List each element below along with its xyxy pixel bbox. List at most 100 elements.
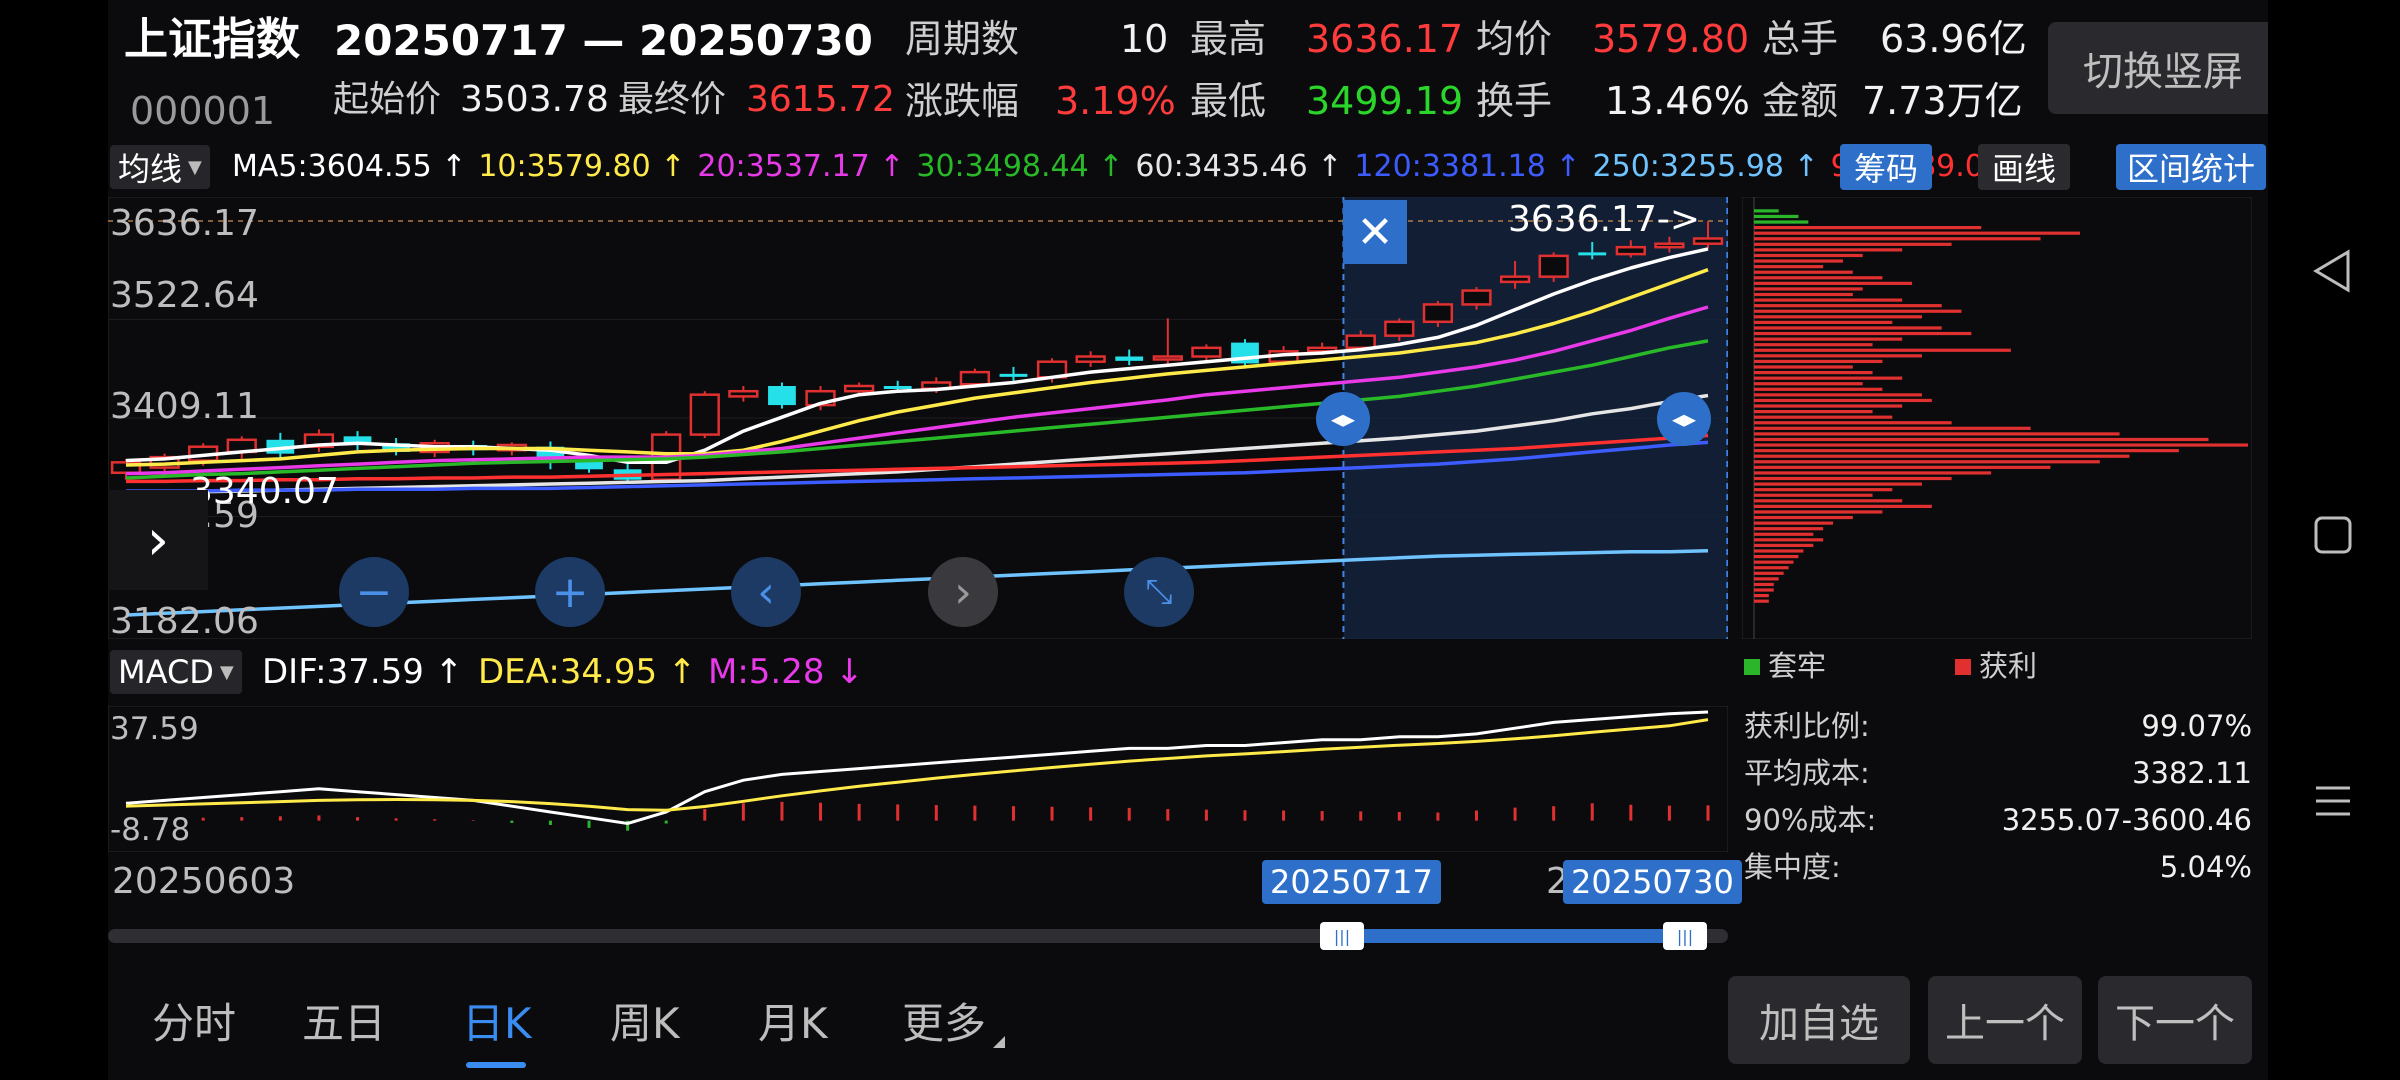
chip-bar (1754, 577, 1779, 581)
stat-label: 获利比例: (1744, 709, 1870, 743)
tab-more[interactable]: 更多 (902, 990, 986, 1051)
chip-bar (1754, 209, 1779, 213)
date-axis-start: 20250603 (112, 861, 296, 902)
next-button[interactable]: 下一个 (2098, 976, 2252, 1064)
amount-label: 金额 (1762, 79, 1839, 123)
ma-values: MA5:3604.55 ↑ 10:3579.80 ↑ 20:3537.17 ↑ 30:… (232, 152, 2038, 182)
chip-distribution-chart (1742, 197, 2252, 639)
range-slider-fill (1340, 929, 1685, 943)
chip-bar (1754, 499, 1903, 503)
low-label: 最低 (1190, 79, 1267, 123)
legend-swatch (1955, 658, 1971, 675)
chip-bar (1754, 387, 1883, 391)
tab-monthly-k[interactable]: 月K (758, 990, 828, 1051)
ma-value: 120:3381.18 ↑ (1354, 149, 1581, 184)
high-value: 3636.17 (1306, 17, 1464, 61)
tab-intraday[interactable]: 分时 (152, 990, 236, 1051)
more-corner-icon (993, 1036, 1005, 1048)
range-slider-end-thumb[interactable]: ||| (1663, 922, 1707, 950)
ma-value: 10:3579.80 ↑ (478, 149, 686, 184)
amount-value: 7.73万亿 (1862, 79, 2023, 123)
chip-bar (1754, 220, 1809, 224)
avg-label: 均价 (1476, 17, 1553, 61)
tab-weekly-k[interactable]: 周K (610, 990, 680, 1051)
stat-value: 3382.11 (2132, 756, 2252, 790)
change-label: 涨跌幅 (905, 79, 1020, 123)
indicator-selector[interactable]: MACD ▼ (110, 650, 242, 694)
home-icon[interactable] (2312, 514, 2354, 556)
grip-icon: ||| (1676, 926, 1694, 946)
candle-body (1152, 355, 1183, 361)
range-start-handle[interactable]: ◂▸ (1316, 392, 1370, 446)
range-start-date: 20250717 (1262, 860, 1441, 904)
chip-bar (1754, 432, 2120, 436)
chip-bar (1754, 566, 1789, 570)
tab-five-day[interactable]: 五日 (302, 990, 386, 1051)
date-range: 20250717 — 20250730 (334, 16, 873, 65)
range-stats-button[interactable]: 区间统计 (2116, 144, 2266, 190)
close-selection-button[interactable]: ✕ (1343, 200, 1407, 264)
chip-bar (1754, 454, 2130, 458)
chips-button[interactable]: 筹码 (1840, 144, 1932, 190)
range-end-handle[interactable]: ◂▸ (1657, 392, 1711, 446)
volume-label: 总手 (1762, 17, 1839, 61)
chip-bar (1754, 382, 1863, 386)
drag-horizontal-icon: ◂▸ (1330, 405, 1356, 433)
end-price-value: 3615.72 (746, 79, 895, 120)
chip-bar (1754, 443, 2248, 447)
candle-body (883, 385, 912, 389)
expand-left-button[interactable]: › (108, 490, 208, 590)
caret-down-icon: ▼ (188, 156, 202, 178)
legend-profit-label: 获利 (1979, 649, 2038, 683)
high-marker: 3636.17-> (1508, 199, 1701, 240)
chip-bar (1754, 515, 1853, 520)
recents-icon[interactable] (2312, 780, 2354, 822)
chip-bar (1754, 488, 1893, 492)
candle-body (1384, 320, 1415, 337)
back-icon[interactable] (2310, 248, 2356, 294)
ma-selector[interactable]: 均线 ▼ (110, 145, 210, 189)
chip-bar (1754, 242, 1952, 246)
turnover-value: 13.46% (1605, 79, 1750, 123)
chip-bar (1754, 359, 1883, 364)
price-axis-label: 3522.64 (110, 275, 259, 316)
high-label: 最高 (1190, 17, 1267, 61)
chip-bar (1754, 337, 1903, 341)
chip-bar (1754, 410, 1873, 414)
chip-bar (1754, 493, 1873, 497)
tab-daily-k[interactable]: 日K (462, 990, 532, 1051)
caret-down-icon: ▼ (219, 661, 234, 683)
zoom-out-button[interactable]: − (339, 557, 409, 627)
previous-button[interactable]: 上一个 (1928, 976, 2082, 1064)
end-price-label: 最终价 (618, 79, 727, 120)
chip-bar (1754, 594, 1769, 598)
chip-bar (1754, 449, 2179, 453)
range-slider-start-thumb[interactable]: ||| (1320, 922, 1364, 950)
avg-value: 3579.80 (1592, 17, 1750, 61)
chip-bar (1754, 588, 1774, 592)
draw-line-button[interactable]: 画线 (1978, 144, 2070, 190)
chip-bar (1754, 304, 1942, 308)
stat-value: 3255.07-3600.46 (2001, 803, 2252, 837)
chip-bar (1754, 298, 1903, 302)
chip-bar (1754, 527, 1824, 531)
minus-icon: − (355, 566, 393, 618)
reset-zoom-button[interactable]: ⤡ (1124, 557, 1194, 627)
portrait-toggle-button[interactable]: 切换竖屏 (2048, 22, 2278, 114)
chip-bar (1754, 292, 1853, 297)
chip-bar (1754, 331, 1972, 336)
chip-bar (1754, 315, 1922, 319)
legend-swatch (1744, 658, 1760, 675)
macd-dif: DIF:37.59 ↑ (262, 652, 464, 692)
period-label: 周期数 (905, 17, 1020, 61)
chip-bar (1754, 404, 1903, 408)
macd-chart (108, 706, 1728, 852)
zoom-in-button[interactable]: + (535, 557, 605, 627)
candle-body (1115, 356, 1144, 361)
low-value: 3499.19 (1306, 79, 1464, 123)
period-value: 10 (1120, 17, 1169, 61)
chip-bar (1754, 253, 1863, 258)
add-watchlist-button[interactable]: 加自选 (1728, 976, 1910, 1064)
scroll-left-button[interactable]: ‹ (731, 557, 801, 627)
scroll-right-button[interactable]: › (928, 557, 998, 627)
